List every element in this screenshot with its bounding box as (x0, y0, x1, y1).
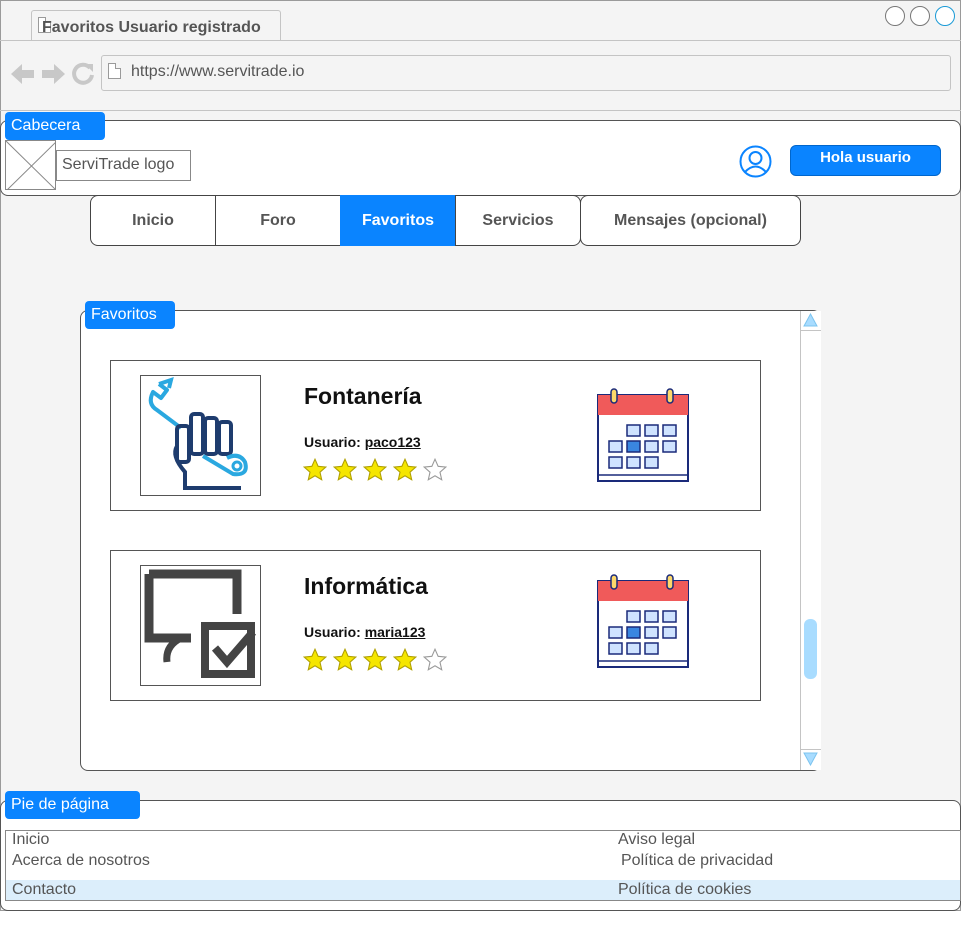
computer-check-icon (144, 569, 257, 678)
nav-tab-servicios[interactable]: Servicios (455, 195, 581, 246)
star-filled-icon (332, 647, 358, 671)
user-prefix: Usuario: (304, 624, 361, 640)
reload-icon[interactable] (71, 62, 95, 86)
user-prefix: Usuario: (304, 434, 361, 450)
user-profile-icon[interactable] (739, 145, 772, 178)
favorite-title: Informática (304, 573, 428, 599)
favorites-section-label: Favoritos (85, 301, 175, 329)
favorite-title: Fontanería (304, 383, 422, 409)
chrome-divider (0, 110, 961, 111)
scroll-down-arrow-icon[interactable] (803, 752, 818, 766)
username-link[interactable]: paco123 (365, 434, 421, 450)
logo-image-placeholder (5, 140, 56, 190)
scroll-thumb[interactable] (804, 619, 817, 679)
forward-arrow-icon[interactable] (40, 62, 66, 86)
star-empty-icon (422, 647, 448, 671)
star-empty-icon (422, 457, 448, 481)
star-filled-icon (392, 647, 418, 671)
scrollbar-divider-top (801, 330, 821, 331)
star-filled-icon (362, 647, 388, 671)
footer-section-label: Pie de página (5, 791, 140, 819)
footer-link-aviso-legal[interactable]: Aviso legal (618, 831, 695, 849)
nav-tab-mensajes[interactable]: Mensajes (opcional) (580, 195, 801, 246)
plumbing-wrench-icon (148, 376, 248, 490)
favorite-card-image (140, 375, 261, 496)
footer-link-cookies[interactable]: Política de cookies (618, 881, 751, 899)
rating-stars (302, 457, 448, 483)
image-placeholder-icon (6, 141, 55, 189)
footer-link-contacto[interactable]: Contacto (12, 881, 76, 899)
star-filled-icon (302, 647, 328, 671)
url-text: https://www.servitrade.io (131, 63, 305, 80)
scroll-up-arrow-icon[interactable] (803, 313, 818, 327)
window-minimize-button[interactable] (910, 6, 930, 26)
window-maximize-button[interactable] (935, 6, 955, 26)
favorite-user-line: Usuario: paco123 (304, 434, 421, 450)
rating-stars (302, 647, 448, 673)
favorite-user-line: Usuario: maria123 (304, 624, 425, 640)
footer-link-privacidad[interactable]: Política de privacidad (621, 852, 773, 870)
user-greeting-button[interactable]: Hola usuario (790, 145, 941, 176)
calendar-icon[interactable] (597, 387, 690, 484)
window-close-button[interactable] (885, 6, 905, 26)
nav-tab-inicio[interactable]: Inicio (90, 195, 216, 246)
favorite-card-image (140, 565, 261, 686)
star-filled-icon (302, 457, 328, 481)
header-section-label: Cabecera (5, 112, 105, 140)
toolbar-divider (0, 40, 961, 41)
nav-tab-favoritos[interactable]: Favoritos (340, 195, 456, 246)
footer-row-highlight (6, 880, 960, 900)
footer-link-acerca[interactable]: Acerca de nosotros (12, 852, 150, 870)
scrollbar-divider-bottom (801, 749, 821, 750)
footer-link-inicio[interactable]: Inicio (12, 831, 49, 849)
tab-title: Favoritos Usuario registrado (42, 19, 261, 36)
star-filled-icon (362, 457, 388, 481)
star-filled-icon (392, 457, 418, 481)
username-link[interactable]: maria123 (365, 624, 426, 640)
nav-tab-foro[interactable]: Foro (215, 195, 341, 246)
star-filled-icon (332, 457, 358, 481)
back-arrow-icon[interactable] (10, 62, 36, 86)
favorites-scrollbar[interactable] (800, 311, 821, 770)
logo-text: ServiTrade logo (56, 150, 191, 181)
url-page-icon (108, 63, 121, 79)
calendar-icon[interactable] (597, 573, 690, 670)
